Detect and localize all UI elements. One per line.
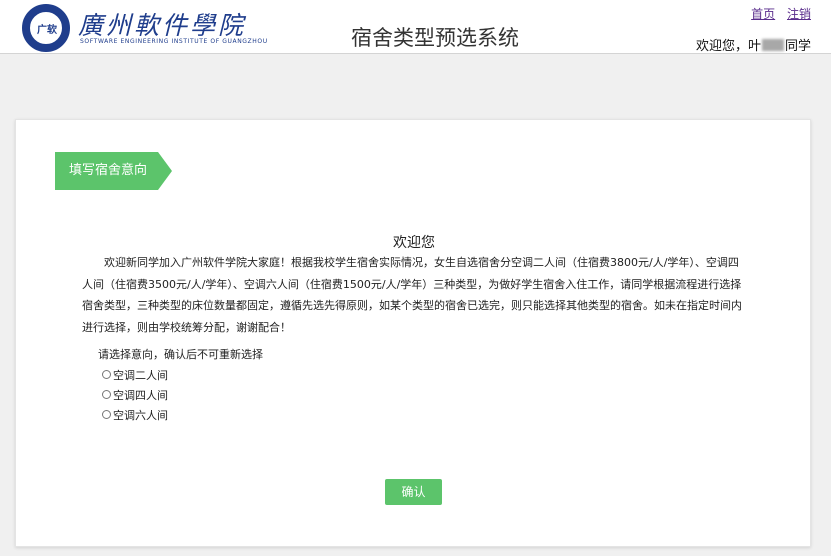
choice-prompt: 请选择意向，确认后不可重新选择 [98,348,263,361]
top-nav-links: 首页 注销 [743,5,811,22]
main-card: 填写宿舍意向 欢迎您 欢迎新同学加入广州软件学院大家庭！根据我校学生宿舍实际情况… [15,119,811,547]
welcome-suffix: 同学 [784,39,811,54]
system-title: 宿舍类型预选系统 [351,26,519,50]
school-name-cn: 廣州軟件學院 [78,11,247,40]
radio-button[interactable] [102,370,111,379]
option-label: 空调二人间 [113,369,168,382]
radio-button[interactable] [102,390,111,399]
school-name-en: SOFTWARE ENGINEERING INSTITUTE OF GUANGZ… [80,38,268,45]
dorm-choice-form: 请选择意向，确认后不可重新选择 空调二人间 空调四人间 空调六人间 [98,346,263,426]
step-tag: 填写宿舍意向 [55,152,172,190]
option-label: 空调四人间 [113,389,168,402]
radio-button[interactable] [102,410,111,419]
option-six-person[interactable]: 空调六人间 [98,406,263,426]
seal-text: 广软 [37,25,57,36]
option-four-person[interactable]: 空调四人间 [98,386,263,406]
option-two-person[interactable]: 空调二人间 [98,366,263,386]
school-seal-logo: 广软 [22,4,70,52]
welcome-user: 欢迎您，叶 同学 [696,35,811,54]
logout-link[interactable]: 注销 [787,7,811,21]
intro-body: 欢迎新同学加入广州软件学院大家庭！根据我校学生宿舍实际情况，女生自选宿舍分空调二… [82,256,742,334]
seal-inner-ring: 广软 [29,11,63,45]
page-header: 广软 廣州軟件學院 SOFTWARE ENGINEERING INSTITUTE… [0,0,831,54]
confirm-button[interactable]: 确认 [385,479,442,505]
redacted-name [761,39,784,51]
option-label: 空调六人间 [113,409,168,422]
welcome-prefix: 欢迎您，叶 [695,39,761,54]
intro-title: 欢迎您 [393,235,435,251]
home-link[interactable]: 首页 [751,7,775,21]
